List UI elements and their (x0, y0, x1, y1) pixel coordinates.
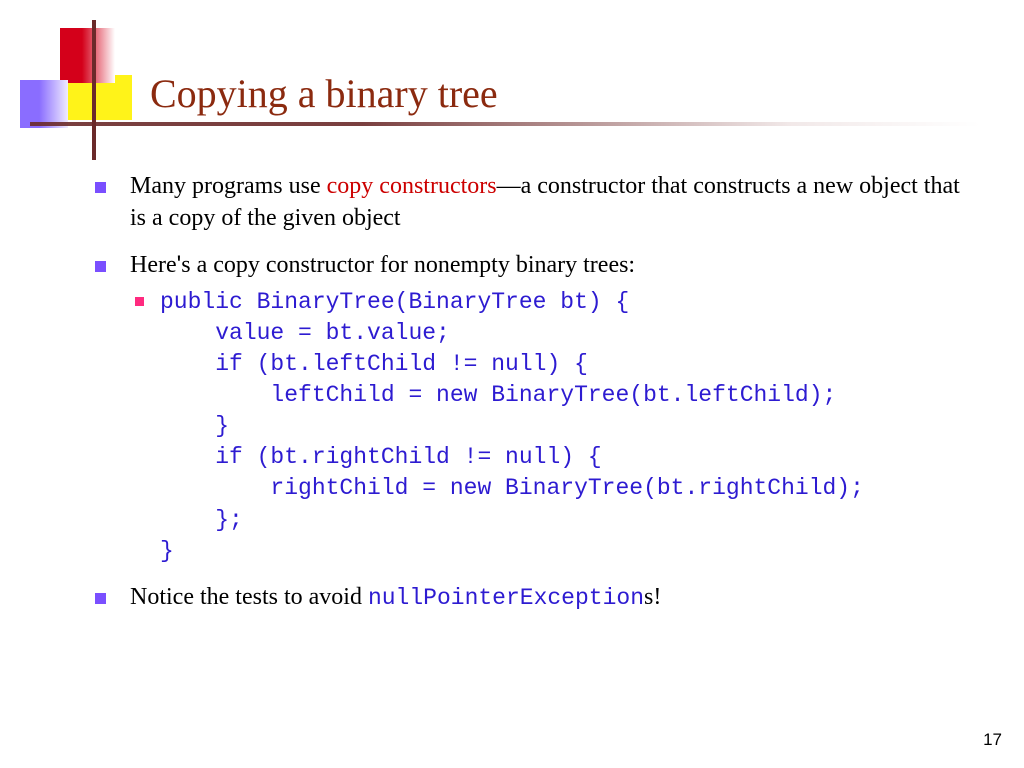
b2-text-post: s a copy constructor for nonempty binary… (181, 252, 635, 278)
bullet-list: Many programs use copy constructors—a co… (95, 170, 965, 614)
deco-horizontal-bar (30, 122, 980, 126)
deco-vertical-bar (92, 20, 96, 160)
b3-text-post: s! (644, 584, 661, 610)
bullet-item-2: Here's a copy constructor for nonempty b… (95, 249, 965, 567)
code-block: public BinaryTree(BinaryTree bt) { value… (160, 287, 965, 566)
deco-square-purple (20, 80, 68, 128)
deco-square-red (60, 28, 115, 83)
b2-text-pre: Here (130, 252, 177, 278)
slide-content: Many programs use copy constructors—a co… (95, 170, 965, 628)
bullet-item-1: Many programs use copy constructors—a co… (95, 170, 965, 235)
slide-title: Copying a binary tree (150, 70, 498, 117)
b3-text-pre: Notice the tests to avoid (130, 584, 368, 610)
code-bullet: public BinaryTree(BinaryTree bt) { value… (130, 287, 965, 566)
b1-text-pre: Many programs use (130, 173, 327, 199)
bullet-item-3: Notice the tests to avoid nullPointerExc… (95, 581, 965, 614)
b3-code: nullPointerException (368, 585, 644, 611)
sub-bullet-list: public BinaryTree(BinaryTree bt) { value… (130, 287, 965, 566)
b1-highlight: copy constructors (327, 173, 497, 199)
page-number: 17 (983, 730, 1002, 750)
